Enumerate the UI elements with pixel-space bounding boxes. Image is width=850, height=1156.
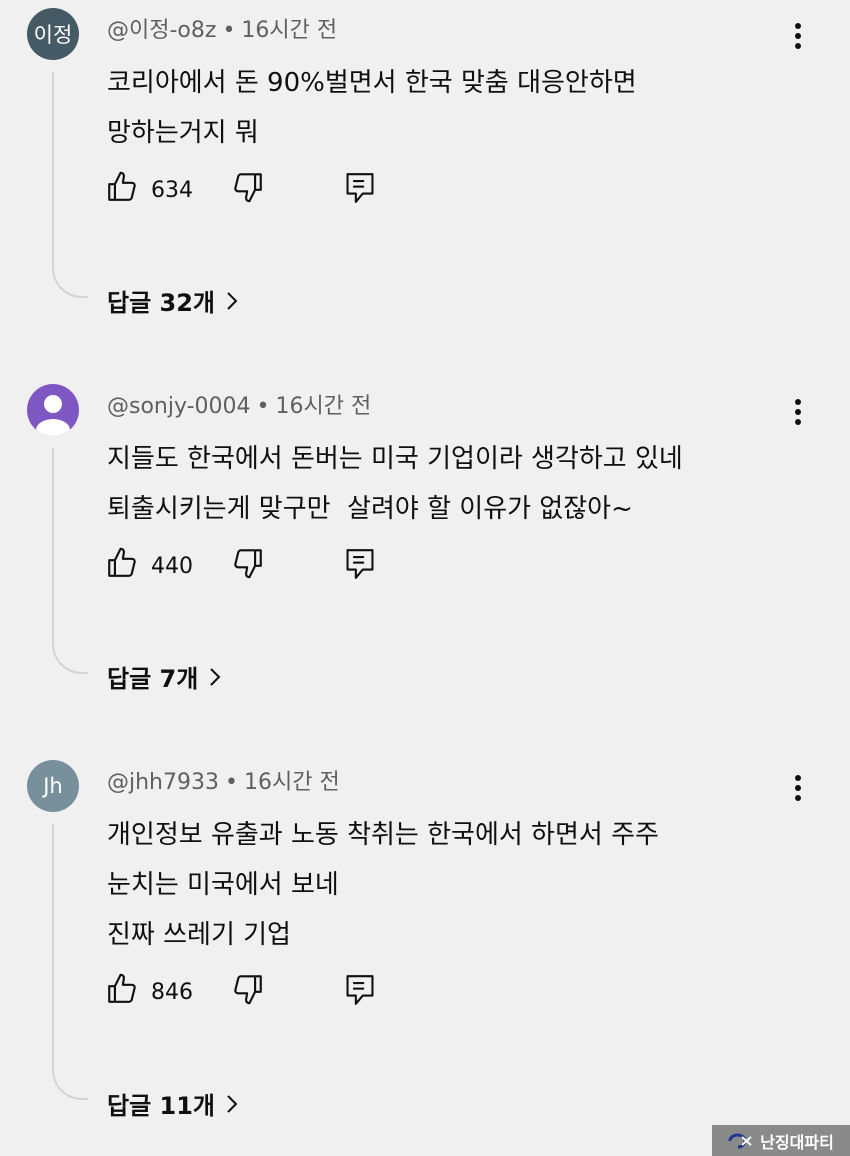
thumb-down-icon[interactable] xyxy=(231,170,265,204)
comment-actions: 440 xyxy=(105,546,405,586)
more-vertical-icon xyxy=(795,399,801,425)
avatar-initials: 이정 xyxy=(33,23,73,47)
chevron-right-icon xyxy=(227,291,238,310)
comment-item: Jh @jhh7933 • 16시간 전 개인정보 유출과 노동 착취는 한국에서 … xyxy=(0,752,850,1122)
comment-line: 퇴출시키는게 맞구만 살려야 할 이유가 없잖아~ xyxy=(107,494,633,524)
more-options-button[interactable] xyxy=(780,392,816,432)
avatar[interactable] xyxy=(27,384,79,436)
view-replies-button[interactable]: 답글 11개 xyxy=(107,1086,239,1121)
avatar[interactable]: 이정 xyxy=(27,8,79,60)
comment-text: 지들도 한국에서 돈버는 미국 기업이라 생각하고 있네 퇴출시키는게 맞구만 … xyxy=(107,434,683,534)
avatar[interactable]: Jh xyxy=(27,760,79,812)
like-count: 634 xyxy=(151,178,193,203)
comment-time: 16시간 전 xyxy=(243,770,340,795)
thumb-down-icon[interactable] xyxy=(231,972,265,1006)
more-options-button[interactable] xyxy=(780,16,816,56)
site-watermark: 난징대파티 xyxy=(712,1125,850,1156)
replies-label: 답글 32개 xyxy=(107,289,215,317)
comment-meta: @jhh7933 • 16시간 전 xyxy=(107,764,340,796)
comment-text: 개인정보 유출과 노동 착취는 한국에서 하면서 주주 눈치는 미국에서 보네 … xyxy=(107,810,659,960)
comment-item: @sonjy-0004 • 16시간 전 지들도 한국에서 돈버는 미국 기업이라 … xyxy=(0,376,850,746)
author-handle[interactable]: @이정-o8z xyxy=(107,18,216,43)
thumb-up-icon[interactable] xyxy=(105,972,139,1006)
comment-text: 코리아에서 돈 90%벌면서 한국 맞춤 대응안하면 망하는거지 뭐 xyxy=(107,58,637,158)
comment-meta: @이정-o8z • 16시간 전 xyxy=(107,12,337,44)
comment-line: 진짜 쓰레기 기업 xyxy=(107,920,291,950)
like-count: 440 xyxy=(151,554,193,579)
more-options-button[interactable] xyxy=(780,768,816,808)
comment-time: 16시간 전 xyxy=(275,394,372,419)
watermark-text: 난징대파티 xyxy=(760,1132,834,1152)
reply-comment-icon[interactable] xyxy=(343,972,377,1008)
comment-line: 코리아에서 돈 90%벌면서 한국 맞춤 대응안하면 xyxy=(107,68,637,98)
comment-actions: 634 xyxy=(105,170,405,210)
comment-line: 눈치는 미국에서 보네 xyxy=(107,870,339,900)
meta-separator: • xyxy=(222,18,236,43)
avatar-initials: Jh xyxy=(43,774,63,798)
author-handle[interactable]: @jhh7933 xyxy=(107,770,219,795)
comment-line: 지들도 한국에서 돈버는 미국 기업이라 생각하고 있네 xyxy=(107,444,683,474)
thumb-up-icon[interactable] xyxy=(105,546,139,580)
like-count: 846 xyxy=(151,980,193,1005)
more-vertical-icon xyxy=(795,23,801,49)
view-replies-button[interactable]: 답글 32개 xyxy=(107,283,239,318)
reply-thread-line xyxy=(52,72,88,298)
comment-line: 개인정보 유출과 노동 착취는 한국에서 하면서 주주 xyxy=(107,820,659,850)
comment-time: 16시간 전 xyxy=(241,18,338,43)
reply-comment-icon[interactable] xyxy=(343,170,377,206)
watermark-logo-icon xyxy=(728,1132,752,1148)
comment-line: 망하는거지 뭐 xyxy=(107,118,259,148)
author-handle[interactable]: @sonjy-0004 xyxy=(107,394,251,419)
more-vertical-icon xyxy=(795,775,801,801)
chevron-right-icon xyxy=(210,667,221,686)
meta-separator: • xyxy=(256,394,270,419)
meta-separator: • xyxy=(225,770,238,795)
thumb-up-icon[interactable] xyxy=(105,170,139,204)
reply-comment-icon[interactable] xyxy=(343,546,377,582)
reply-thread-line xyxy=(52,824,88,1100)
replies-label: 답글 7개 xyxy=(107,665,199,693)
default-person-avatar-icon xyxy=(36,395,70,436)
replies-label: 답글 11개 xyxy=(107,1092,215,1120)
comment-item: 이정 @이정-o8z • 16시간 전 코리아에서 돈 90%벌면서 한국 맞춤 대… xyxy=(0,0,850,370)
comment-actions: 846 xyxy=(105,972,405,1012)
comment-meta: @sonjy-0004 • 16시간 전 xyxy=(107,388,371,420)
reply-thread-line xyxy=(52,448,88,674)
thumb-down-icon[interactable] xyxy=(231,546,265,580)
view-replies-button[interactable]: 답글 7개 xyxy=(107,659,222,694)
chevron-right-icon xyxy=(227,1094,238,1113)
comments-page: 이정 @이정-o8z • 16시간 전 코리아에서 돈 90%벌면서 한국 맞춤 대… xyxy=(0,0,850,1156)
